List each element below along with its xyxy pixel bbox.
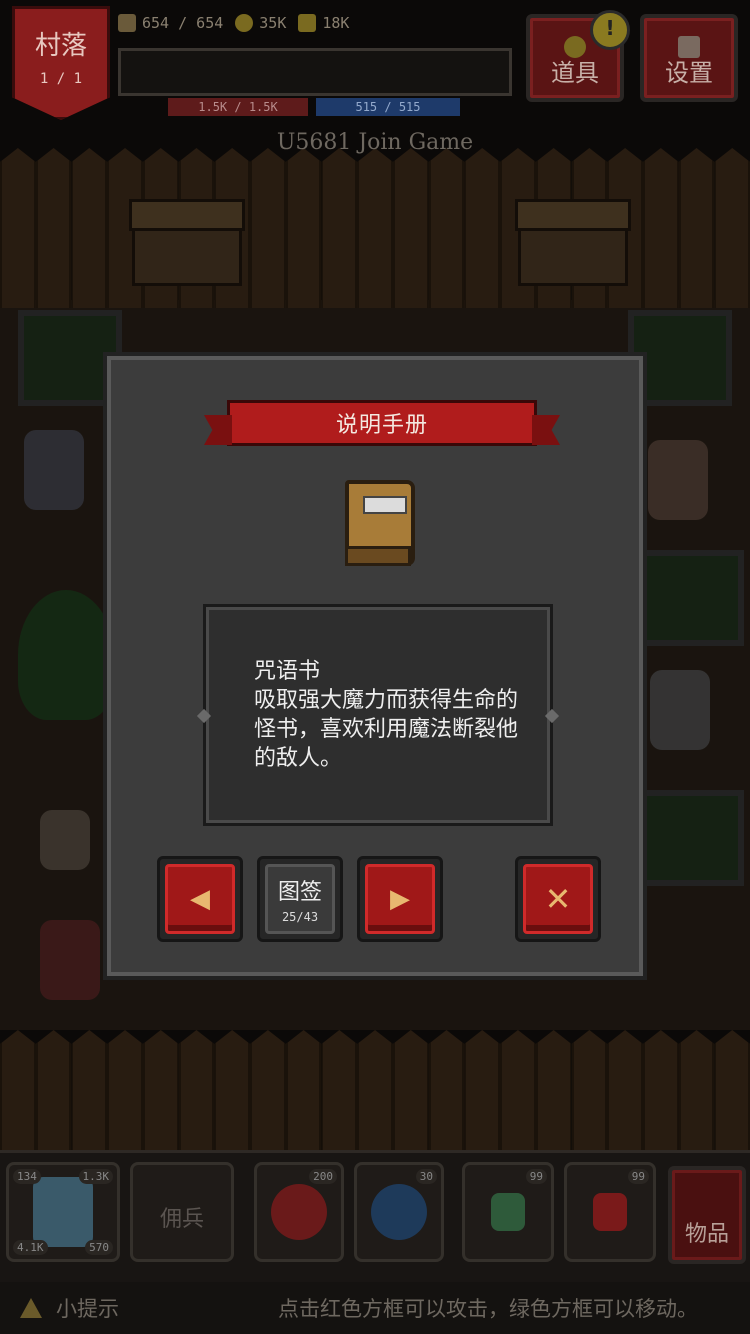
potion-count-badge: 99 bbox=[627, 1169, 649, 1184]
hero-hp-badge: 4.1K bbox=[13, 1240, 48, 1255]
items-button[interactable]: 物品 bbox=[668, 1166, 746, 1264]
skill-slot-shield[interactable]: 30 bbox=[354, 1162, 444, 1262]
arrow-right-icon: ▶ bbox=[390, 884, 410, 914]
potion-count-badge: 99 bbox=[525, 1169, 547, 1184]
tip-label: 小提示 bbox=[56, 1297, 119, 1321]
location-title: 村落 bbox=[34, 31, 87, 61]
hero-defense-badge: 570 bbox=[85, 1240, 113, 1255]
person-icon bbox=[118, 14, 136, 33]
close-button[interactable]: ✕ bbox=[515, 856, 601, 942]
box-notch-left bbox=[196, 708, 212, 724]
shield-person-icon bbox=[371, 1184, 427, 1240]
hero-slot[interactable]: 134 1.3K 4.1K 570 bbox=[6, 1162, 120, 1262]
tools-label: 道具 bbox=[551, 59, 599, 87]
entry-description: 吸取强大魔力而获得生命的怪书，喜欢利用魔法断裂他的敌人。 bbox=[254, 688, 519, 771]
population-stat: 654 / 654 bbox=[118, 14, 223, 33]
location-banner[interactable]: 村落 1 / 1 bbox=[12, 6, 110, 120]
box-notch-right bbox=[544, 708, 560, 724]
red-potion-icon bbox=[593, 1193, 627, 1231]
message-frame bbox=[118, 48, 512, 96]
hero-portrait bbox=[33, 1177, 93, 1247]
crossed-swords-icon bbox=[271, 1184, 327, 1240]
mp-bar: 515 / 515 bbox=[316, 98, 460, 116]
potion-slot-red[interactable]: 99 bbox=[564, 1162, 656, 1262]
skill-slot-swords[interactable]: 200 bbox=[254, 1162, 344, 1262]
gallery-button[interactable]: 图签 25/43 bbox=[257, 856, 343, 942]
potion-slot-green[interactable]: 99 bbox=[462, 1162, 554, 1262]
tip-text: 点击红色方框可以攻击，绿色方框可以移动。 bbox=[278, 1297, 698, 1321]
crown-stat: 18K bbox=[298, 14, 349, 33]
coin-stat: 35K bbox=[235, 14, 286, 33]
skill-cost-badge: 30 bbox=[415, 1169, 437, 1184]
manual-dialog: 说明手册 咒语书 吸取强大魔力而获得生命的怪书，喜欢利用魔法断裂他的敌人。 ◀ … bbox=[103, 352, 647, 980]
green-potion-icon bbox=[491, 1193, 525, 1231]
alert-icon: ! bbox=[590, 10, 630, 50]
coin-icon bbox=[235, 14, 254, 33]
settings-button[interactable]: 设置 bbox=[640, 14, 738, 102]
items-label: 物品 bbox=[684, 1222, 729, 1247]
hero-level-badge: 134 bbox=[13, 1169, 41, 1184]
dialog-title: 说明手册 bbox=[335, 413, 428, 438]
hp-bar: 1.5K / 1.5K bbox=[168, 98, 308, 116]
warning-icon bbox=[20, 1298, 42, 1318]
previous-button[interactable]: ◀ bbox=[157, 856, 243, 942]
settings-label: 设置 bbox=[665, 59, 713, 87]
skill-cost-badge: 200 bbox=[309, 1169, 337, 1184]
description-box: 咒语书 吸取强大魔力而获得生命的怪书，喜欢利用魔法断裂他的敌人。 bbox=[196, 604, 560, 826]
gallery-label: 图签 bbox=[277, 880, 322, 905]
dialog-title-ribbon: 说明手册 bbox=[227, 400, 537, 446]
entry-name: 咒语书 bbox=[254, 659, 321, 684]
close-icon: ✕ bbox=[544, 880, 572, 918]
spellbook-icon bbox=[345, 480, 415, 566]
tip-bar: 小提示 点击红色方框可以攻击，绿色方框可以移动。 bbox=[0, 1282, 750, 1334]
mercenary-slot[interactable]: 佣兵 bbox=[130, 1162, 234, 1262]
arrow-left-icon: ◀ bbox=[190, 884, 210, 914]
resource-stats: 654 / 654 35K 18K bbox=[118, 8, 349, 38]
gallery-count: 25/43 bbox=[281, 910, 319, 924]
crown-icon bbox=[298, 14, 317, 33]
tools-button[interactable]: 道具 ! bbox=[526, 10, 630, 102]
location-floor: 1 / 1 bbox=[39, 71, 83, 87]
next-button[interactable]: ▶ bbox=[357, 856, 443, 942]
hero-attack-badge: 1.3K bbox=[78, 1169, 113, 1184]
join-game-text: U5681 Join Game bbox=[276, 130, 474, 155]
mercenary-label: 佣兵 bbox=[159, 1207, 204, 1232]
